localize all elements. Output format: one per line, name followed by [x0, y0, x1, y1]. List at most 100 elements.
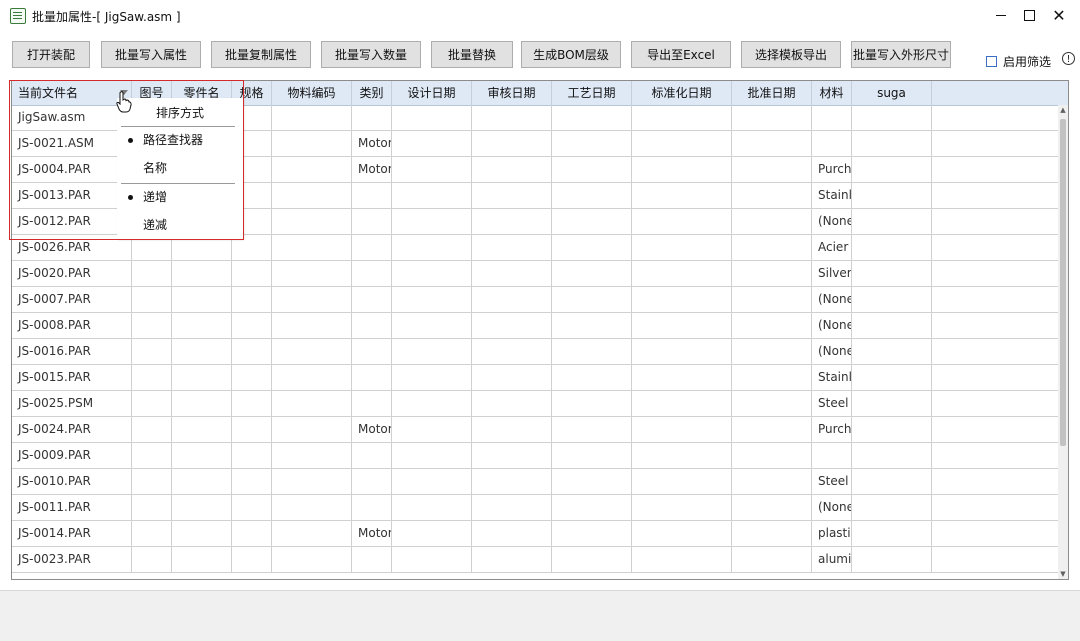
- cell-filename[interactable]: JS-0026.PAR: [12, 235, 132, 260]
- table-cell[interactable]: [852, 547, 932, 572]
- table-cell[interactable]: [392, 547, 472, 572]
- table-cell[interactable]: [172, 521, 232, 546]
- cell-category[interactable]: [352, 495, 392, 520]
- table-cell[interactable]: [472, 391, 552, 416]
- cell-filename[interactable]: JS-0004.PAR: [12, 157, 132, 182]
- column-header-approval-date[interactable]: 批准日期: [732, 81, 812, 105]
- column-header-review-date[interactable]: 审核日期: [472, 81, 552, 105]
- table-cell[interactable]: [852, 365, 932, 390]
- table-cell[interactable]: [932, 183, 1058, 208]
- column-header-category[interactable]: 类别: [352, 81, 392, 105]
- vertical-scrollbar[interactable]: ▲ ▼: [1058, 105, 1068, 579]
- table-cell[interactable]: [272, 469, 352, 494]
- table-cell[interactable]: [232, 287, 272, 312]
- template-export-button[interactable]: 选择模板导出: [741, 41, 841, 68]
- sort-ascending[interactable]: 递增: [117, 185, 243, 209]
- table-cell[interactable]: [472, 157, 552, 182]
- cell-material[interactable]: Purch: [812, 157, 852, 182]
- table-cell[interactable]: [932, 495, 1058, 520]
- cell-filename[interactable]: JS-0007.PAR: [12, 287, 132, 312]
- table-cell[interactable]: [272, 521, 352, 546]
- table-cell[interactable]: [132, 443, 172, 468]
- table-cell[interactable]: [392, 209, 472, 234]
- table-cell[interactable]: [852, 313, 932, 338]
- cell-material[interactable]: [812, 105, 852, 130]
- table-cell[interactable]: [852, 391, 932, 416]
- cell-material[interactable]: (None: [812, 495, 852, 520]
- cell-category[interactable]: [352, 443, 392, 468]
- table-row[interactable]: JS-0009.PAR: [12, 443, 1058, 469]
- table-cell[interactable]: [932, 209, 1058, 234]
- cell-material[interactable]: plastic: [812, 521, 852, 546]
- table-cell[interactable]: [932, 105, 1058, 130]
- table-cell[interactable]: [552, 131, 632, 156]
- cell-category[interactable]: [352, 209, 392, 234]
- table-cell[interactable]: [852, 521, 932, 546]
- cell-material[interactable]: Purch: [812, 417, 852, 442]
- cell-category[interactable]: Motor: [352, 417, 392, 442]
- table-cell[interactable]: [552, 547, 632, 572]
- batch-copy-properties-button[interactable]: 批量复制属性: [211, 41, 311, 68]
- table-cell[interactable]: [132, 339, 172, 364]
- table-cell[interactable]: [632, 313, 732, 338]
- table-cell[interactable]: [472, 235, 552, 260]
- cell-material[interactable]: Stainl: [812, 365, 852, 390]
- cell-category[interactable]: [352, 339, 392, 364]
- table-cell[interactable]: [272, 443, 352, 468]
- table-cell[interactable]: [392, 287, 472, 312]
- table-cell[interactable]: [632, 469, 732, 494]
- table-cell[interactable]: [552, 391, 632, 416]
- cell-category[interactable]: [352, 287, 392, 312]
- table-row[interactable]: JS-0011.PAR (None: [12, 495, 1058, 521]
- table-cell[interactable]: [392, 495, 472, 520]
- table-cell[interactable]: [732, 547, 812, 572]
- table-row[interactable]: JS-0014.PAR Motor plastic: [12, 521, 1058, 547]
- cell-filename[interactable]: JS-0020.PAR: [12, 261, 132, 286]
- table-row[interactable]: JS-0016.PAR (None: [12, 339, 1058, 365]
- table-cell[interactable]: [472, 339, 552, 364]
- cell-filename[interactable]: JigSaw.asm: [12, 105, 132, 130]
- batch-write-dimensions-button[interactable]: 批量写入外形尺寸: [851, 41, 951, 68]
- cell-material[interactable]: (None: [812, 209, 852, 234]
- table-cell[interactable]: [852, 469, 932, 494]
- table-cell[interactable]: [172, 261, 232, 286]
- table-cell[interactable]: [632, 547, 732, 572]
- table-cell[interactable]: [392, 131, 472, 156]
- table-cell[interactable]: [272, 105, 352, 130]
- table-cell[interactable]: [272, 287, 352, 312]
- table-cell[interactable]: [272, 261, 352, 286]
- table-cell[interactable]: [392, 417, 472, 442]
- table-cell[interactable]: [472, 521, 552, 546]
- table-cell[interactable]: [632, 183, 732, 208]
- table-cell[interactable]: [232, 547, 272, 572]
- table-cell[interactable]: [172, 417, 232, 442]
- table-cell[interactable]: [732, 417, 812, 442]
- table-cell[interactable]: [852, 287, 932, 312]
- column-header-suga[interactable]: suga: [852, 81, 932, 105]
- table-cell[interactable]: [232, 469, 272, 494]
- table-cell[interactable]: [732, 469, 812, 494]
- cell-filename[interactable]: JS-0015.PAR: [12, 365, 132, 390]
- cell-filename[interactable]: JS-0021.ASM: [12, 131, 132, 156]
- table-cell[interactable]: [552, 339, 632, 364]
- cell-material[interactable]: Stainl: [812, 183, 852, 208]
- cell-category[interactable]: [352, 391, 392, 416]
- table-cell[interactable]: [632, 521, 732, 546]
- table-cell[interactable]: [552, 183, 632, 208]
- table-cell[interactable]: [272, 157, 352, 182]
- table-cell[interactable]: [132, 521, 172, 546]
- maximize-button[interactable]: [1012, 0, 1046, 32]
- table-row[interactable]: JS-0025.PSM Steel: [12, 391, 1058, 417]
- cell-category[interactable]: [352, 313, 392, 338]
- table-cell[interactable]: [132, 547, 172, 572]
- table-cell[interactable]: [552, 235, 632, 260]
- cell-category[interactable]: [352, 105, 392, 130]
- table-cell[interactable]: [732, 391, 812, 416]
- table-cell[interactable]: [172, 495, 232, 520]
- table-cell[interactable]: [232, 261, 272, 286]
- table-cell[interactable]: [852, 235, 932, 260]
- table-cell[interactable]: [732, 209, 812, 234]
- cell-category[interactable]: Motor: [352, 157, 392, 182]
- table-cell[interactable]: [232, 495, 272, 520]
- table-cell[interactable]: [272, 183, 352, 208]
